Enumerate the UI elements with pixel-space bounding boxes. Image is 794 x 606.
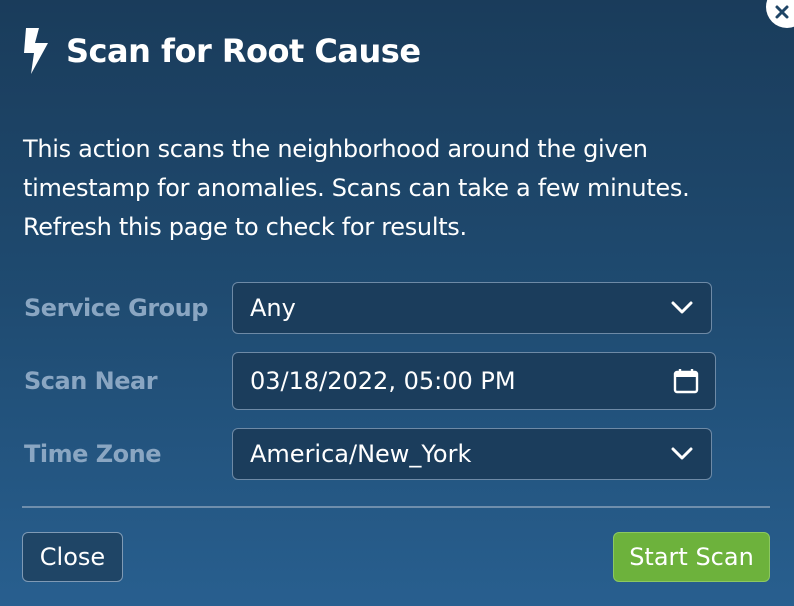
dialog-description: This action scans the neighborhood aroun…: [23, 135, 690, 241]
time-zone-value: America/New_York: [250, 440, 472, 468]
service-group-value: Any: [250, 294, 296, 322]
scan-near-datetime-input[interactable]: 03/18/2022, 05:00 PM: [232, 352, 716, 410]
footer-divider: [22, 506, 770, 508]
chevron-down-icon: [667, 301, 697, 315]
scan-dialog: Scan for Root Cause This action scans th…: [0, 0, 794, 606]
close-icon: [775, 5, 789, 19]
lightning-bolt-icon: [24, 28, 48, 74]
start-scan-button[interactable]: Start Scan: [613, 532, 770, 582]
dialog-header: Scan for Root Cause: [22, 28, 421, 74]
scan-near-label: Scan Near: [24, 367, 158, 395]
service-group-label: Service Group: [24, 294, 208, 322]
service-group-select[interactable]: Any: [232, 282, 712, 334]
dialog-title: Scan for Root Cause: [66, 32, 421, 70]
time-zone-label: Time Zone: [24, 440, 162, 468]
chevron-down-icon: [667, 447, 697, 461]
time-zone-select[interactable]: America/New_York: [232, 428, 712, 480]
close-button[interactable]: Close: [22, 532, 123, 582]
calendar-icon[interactable]: [671, 368, 701, 394]
scan-near-value: 03/18/2022, 05:00 PM: [250, 367, 516, 395]
close-dialog-button[interactable]: [766, 0, 794, 28]
